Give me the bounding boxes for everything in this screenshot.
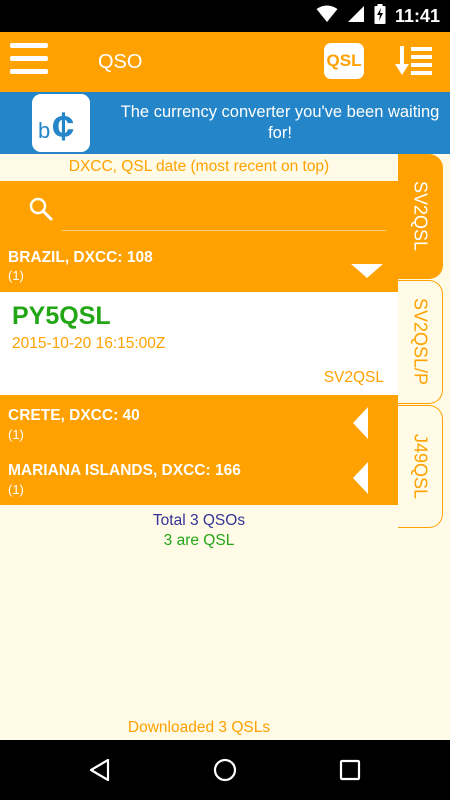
group-count: (1) xyxy=(8,268,24,283)
qso-list-item[interactable]: PY5QSL 2015-10-20 16:15:00Z SV2QSL xyxy=(0,292,398,395)
group-header-mariana-islands[interactable]: MARIANA ISLANDS, DXCC: 166 (1) xyxy=(0,450,398,505)
qso-datetime: 2015-10-20 16:15:00Z xyxy=(12,335,166,352)
group-title: CRETE, DXCC: 40 xyxy=(8,407,140,424)
search-bar xyxy=(0,181,398,241)
sort-label: DXCC, QSL date (most recent on top) xyxy=(68,158,330,175)
tab-label: SV2QSL/P xyxy=(410,298,431,386)
tab-sv2qsl[interactable]: SV2QSL xyxy=(398,154,443,279)
expand-arrow-icon xyxy=(353,462,368,494)
home-icon[interactable] xyxy=(211,756,239,784)
svg-text:b: b xyxy=(38,118,50,143)
qsl-button[interactable]: QSL xyxy=(324,43,364,79)
app-toolbar: QSO QSL xyxy=(0,32,450,92)
download-status: Downloaded 3 QSLs xyxy=(127,719,271,736)
toolbar-title: QSO xyxy=(98,51,143,73)
hamburger-menu-icon[interactable] xyxy=(10,43,48,79)
station-tabs: SV2QSL SV2QSL/P J49QSL xyxy=(398,154,450,740)
search-underline xyxy=(62,230,386,231)
group-title: MARIANA ISLANDS, DXCC: 166 xyxy=(8,462,241,479)
search-icon xyxy=(28,196,54,222)
qso-callsign: PY5QSL xyxy=(12,302,111,330)
search-input[interactable] xyxy=(62,201,386,229)
group-header-crete[interactable]: CRETE, DXCC: 40 (1) xyxy=(0,395,398,450)
tab-label: SV2QSL xyxy=(410,181,431,252)
battery-charging-icon xyxy=(374,3,386,29)
qso-list-panel: DXCC, QSL date (most recent on top) BRAZ… xyxy=(0,154,398,740)
qso-station: SV2QSL xyxy=(323,369,384,386)
tab-label: J49QSL xyxy=(410,433,431,500)
tab-sv2qsl-p[interactable]: SV2QSL/P xyxy=(398,280,443,404)
clock: 11:41 xyxy=(394,5,440,26)
group-count: (1) xyxy=(8,427,24,442)
summary-total: Total 3 QSOs xyxy=(152,512,246,529)
back-icon[interactable] xyxy=(86,756,114,784)
ad-banner[interactable]: b ¢ The currency converter you've been w… xyxy=(0,92,450,154)
group-header-brazil[interactable]: BRAZIL, DXCC: 108 (1) xyxy=(0,241,398,292)
expand-arrow-icon xyxy=(353,407,368,439)
sort-descending-icon[interactable] xyxy=(394,44,434,78)
signal-icon xyxy=(347,5,365,28)
group-count: (1) xyxy=(8,482,24,497)
currency-app-logo: b ¢ xyxy=(32,94,90,152)
tab-j49qsl[interactable]: J49QSL xyxy=(398,405,443,528)
collapse-arrow-icon xyxy=(351,264,383,278)
ad-text: The currency converter you've been waiti… xyxy=(120,103,440,142)
wifi-icon xyxy=(316,5,338,28)
system-nav-bar xyxy=(0,740,450,800)
recents-icon[interactable] xyxy=(336,756,364,784)
group-title: BRAZIL, DXCC: 108 xyxy=(8,249,153,266)
status-bar: 11:41 xyxy=(0,0,450,32)
summary-qsl: 3 are QSL xyxy=(163,532,235,549)
svg-text:¢: ¢ xyxy=(52,105,74,149)
